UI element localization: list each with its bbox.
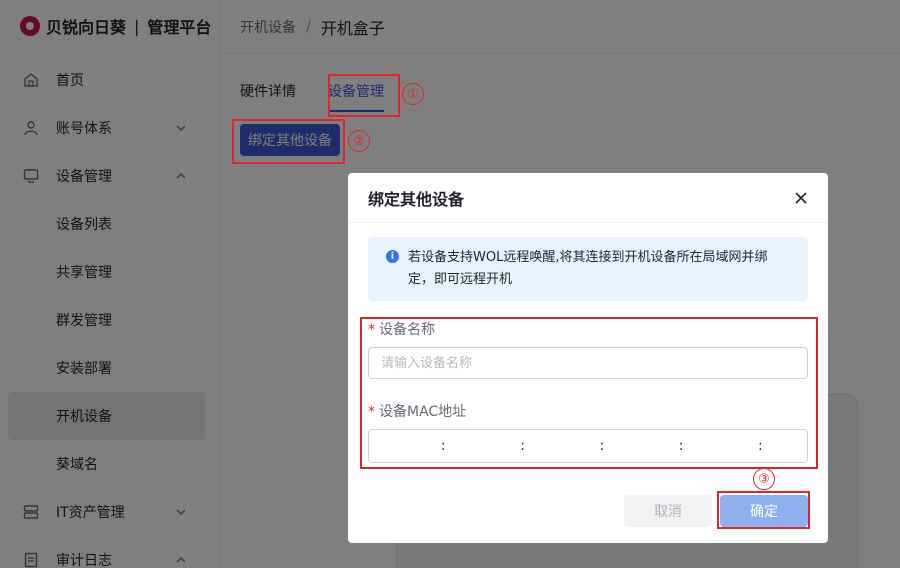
close-icon[interactable] <box>792 189 810 207</box>
dialog-header: 绑定其他设备 <box>348 173 828 223</box>
annotation-box-3 <box>717 491 810 529</box>
cancel-button[interactable]: 取消 <box>624 495 712 527</box>
annotation-box-2 <box>232 119 345 164</box>
annotation-number-3: ③ <box>753 468 775 490</box>
info-alert: i 若设备支持WOL远程唤醒,将其连接到开机设备所在局域网并绑定，即可远程开机 <box>368 237 808 301</box>
info-icon: i <box>386 250 399 263</box>
annotation-number-2: ② <box>348 130 370 152</box>
annotation-box-form <box>360 317 818 469</box>
dialog-title: 绑定其他设备 <box>368 189 465 209</box>
annotation-number-1: ① <box>402 83 424 105</box>
alert-text: 若设备支持WOL远程唤醒,将其连接到开机设备所在局域网并绑定，即可远程开机 <box>408 250 768 287</box>
annotation-box-1 <box>328 74 400 117</box>
